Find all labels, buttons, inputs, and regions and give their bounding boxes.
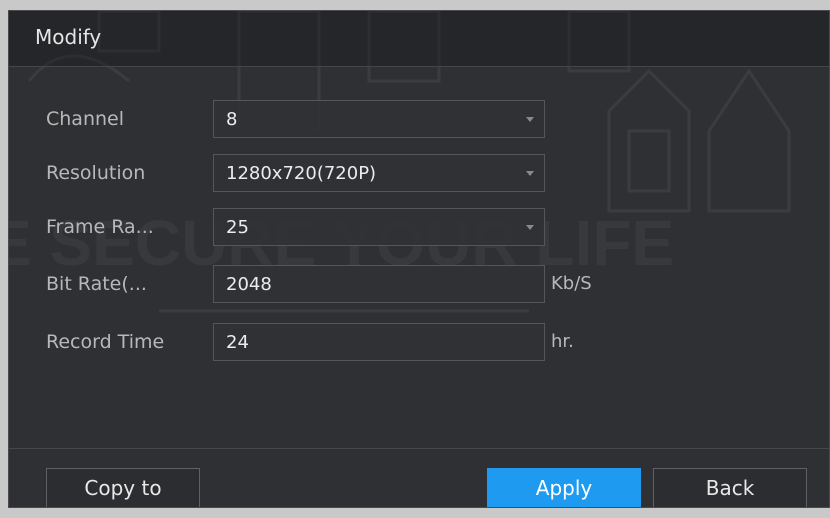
record-time-value: 24 [226, 332, 249, 353]
dialog-title: Modify [35, 25, 102, 49]
copy-to-button[interactable]: Copy to [46, 468, 200, 507]
channel-row: Channel 8 [9, 100, 829, 138]
resolution-label: Resolution [46, 162, 146, 184]
record-time-label: Record Time [46, 331, 165, 353]
channel-value: 8 [226, 109, 238, 130]
bit-rate-input[interactable]: 2048 [213, 265, 545, 303]
bit-rate-value: 2048 [226, 274, 272, 295]
bit-rate-unit: Kb/S [551, 273, 592, 294]
background-artwork: E SECURE YOUR LIFE [9, 11, 791, 313]
record-time-row: Record Time 24 hr. [9, 323, 829, 361]
modify-dialog: E SECURE YOUR LIFE Modify Channel 8 Reso… [8, 10, 830, 508]
chevron-down-icon [526, 225, 534, 230]
resolution-row: Resolution 1280x720(720P) [9, 154, 829, 192]
resolution-value: 1280x720(720P) [226, 163, 377, 184]
frame-rate-row: Frame Ra... 25 [9, 208, 829, 246]
bit-rate-row: Bit Rate(... 2048 Kb/S [9, 265, 829, 303]
frame-rate-select[interactable]: 25 [213, 208, 545, 246]
frame-rate-label: Frame Ra... [46, 216, 154, 238]
chevron-down-icon [526, 117, 534, 122]
channel-label: Channel [46, 108, 125, 130]
record-time-unit: hr. [551, 331, 574, 352]
channel-select[interactable]: 8 [213, 100, 545, 138]
chevron-down-icon [526, 171, 534, 176]
resolution-select[interactable]: 1280x720(720P) [213, 154, 545, 192]
bit-rate-label: Bit Rate(... [46, 273, 147, 295]
back-button[interactable]: Back [653, 468, 807, 507]
frame-rate-value: 25 [226, 217, 249, 238]
apply-button[interactable]: Apply [487, 468, 641, 507]
title-bar: Modify [9, 11, 829, 67]
footer-divider [9, 448, 829, 449]
record-time-input[interactable]: 24 [213, 323, 545, 361]
